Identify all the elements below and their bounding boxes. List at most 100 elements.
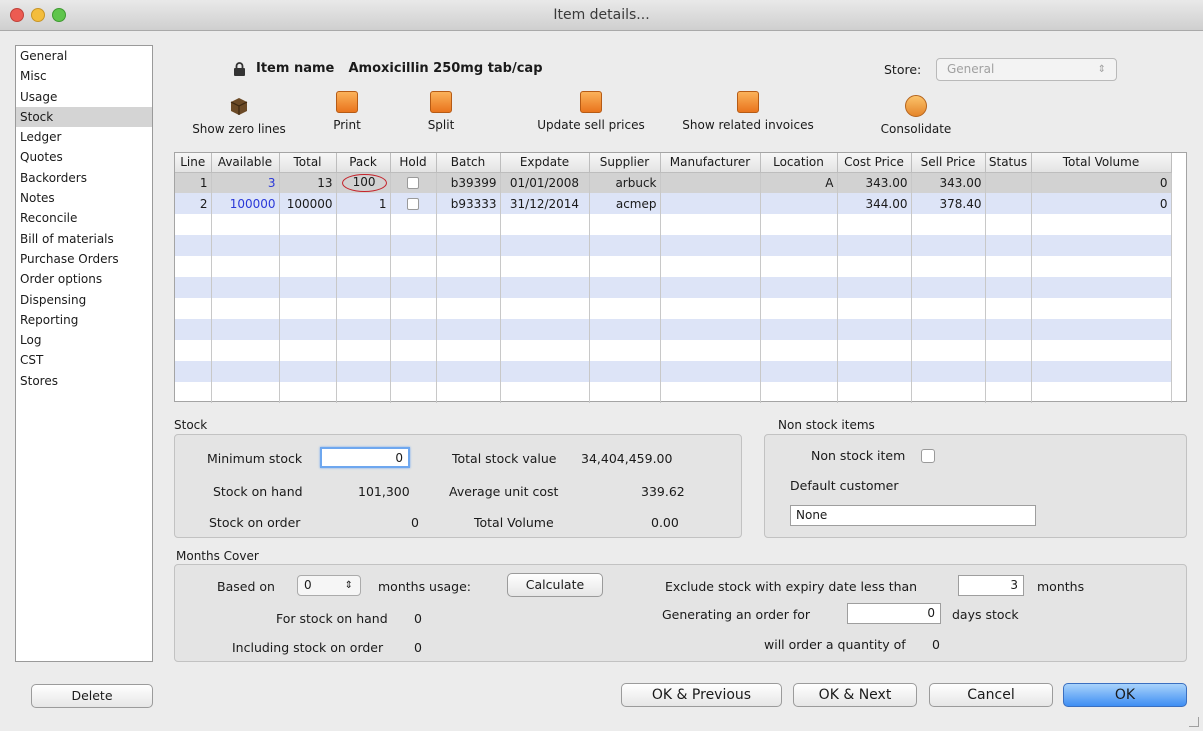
sidebar-item-stores[interactable]: Stores bbox=[16, 371, 152, 391]
cancel-button[interactable]: Cancel bbox=[929, 683, 1053, 707]
cell-manufacturer bbox=[660, 277, 761, 298]
store-select[interactable]: General ⇕ bbox=[936, 58, 1117, 81]
minimum-stock-input[interactable]: 0 bbox=[320, 447, 410, 468]
sidebar-item-backorders[interactable]: Backorders bbox=[16, 168, 152, 188]
sidebar-item-purchase-orders[interactable]: Purchase Orders bbox=[16, 249, 152, 269]
sidebar-item-reconcile[interactable]: Reconcile bbox=[16, 208, 152, 228]
cell-expdate bbox=[500, 382, 590, 403]
table-row[interactable] bbox=[175, 235, 1172, 256]
hold-checkbox[interactable] bbox=[407, 198, 419, 210]
cell-location bbox=[760, 277, 838, 298]
cell-total bbox=[279, 235, 337, 256]
cell-hold[interactable] bbox=[390, 193, 437, 214]
column-header-available[interactable]: Available bbox=[211, 153, 280, 173]
show-related-invoices-button[interactable]: Show related invoices bbox=[674, 91, 822, 132]
delete-button[interactable]: Delete bbox=[31, 684, 153, 708]
column-header-status[interactable]: Status bbox=[985, 153, 1032, 173]
sidebar-item-stock[interactable]: Stock bbox=[16, 106, 152, 128]
ok-button[interactable]: OK bbox=[1063, 683, 1187, 707]
cell-cost bbox=[837, 340, 912, 361]
default-customer-input[interactable]: None bbox=[790, 505, 1036, 526]
column-header-total[interactable]: Total bbox=[279, 153, 337, 173]
cell-expdate bbox=[500, 235, 590, 256]
cell-hold[interactable] bbox=[390, 298, 437, 319]
cell-hold[interactable] bbox=[390, 172, 437, 193]
column-header-hold[interactable]: Hold bbox=[390, 153, 437, 173]
cell-available: 3 bbox=[211, 172, 280, 193]
table-row[interactable] bbox=[175, 298, 1172, 319]
resize-handle[interactable] bbox=[1189, 717, 1199, 727]
sidebar-item-misc[interactable]: Misc bbox=[16, 66, 152, 86]
non-stock-item-checkbox[interactable] bbox=[921, 449, 935, 463]
cell-available bbox=[211, 340, 280, 361]
sidebar-item-order-options[interactable]: Order options bbox=[16, 269, 152, 289]
column-header-total-volume[interactable]: Total Volume bbox=[1031, 153, 1172, 173]
table-row[interactable] bbox=[175, 319, 1172, 340]
sidebar-item-usage[interactable]: Usage bbox=[16, 87, 152, 107]
table-row[interactable] bbox=[175, 277, 1172, 298]
including-stock-on-order-value: 0 bbox=[414, 640, 422, 655]
table-row[interactable] bbox=[175, 361, 1172, 382]
stock-lines-grid[interactable]: Line Available Total Pack Hold Batch Expdate Su… bbox=[174, 152, 1187, 403]
sidebar-item-bill-of-materials[interactable]: Bill of materials bbox=[16, 229, 152, 249]
will-order-quantity-value: 0 bbox=[932, 637, 940, 652]
stock-on-hand-label: Stock on hand bbox=[213, 484, 303, 499]
sidebar-item-dispensing[interactable]: Dispensing bbox=[16, 290, 152, 310]
sidebar-item-reporting[interactable]: Reporting bbox=[16, 310, 152, 330]
cell-hold[interactable] bbox=[390, 361, 437, 382]
based-on-select[interactable]: 0 ⇕ bbox=[297, 575, 361, 596]
cell-available bbox=[211, 382, 280, 403]
sidebar-item-ledger[interactable]: Ledger bbox=[16, 127, 152, 147]
table-row[interactable]: 2 100000 100000 1 b93333 31/12/2014 acmep 344.0… bbox=[175, 193, 1172, 214]
show-zero-lines-button[interactable]: Show zero lines bbox=[186, 95, 292, 136]
cell-total bbox=[279, 277, 337, 298]
cell-hold[interactable] bbox=[390, 256, 437, 277]
non-stock-item-label: Non stock item bbox=[811, 448, 906, 463]
exclude-months-input[interactable]: 3 bbox=[958, 575, 1024, 596]
consolidate-button[interactable]: Consolidate bbox=[872, 95, 960, 136]
cell-pack bbox=[336, 256, 391, 277]
split-button[interactable]: Split bbox=[420, 91, 462, 132]
hold-checkbox[interactable] bbox=[407, 177, 419, 190]
table-row[interactable] bbox=[175, 340, 1172, 361]
table-row[interactable] bbox=[175, 214, 1172, 235]
table-row[interactable]: 1 3 13 100 b39399 01/01/2008 arbuck A 343.00 343.… bbox=[175, 172, 1172, 193]
cell-available: 100000 bbox=[211, 193, 280, 214]
column-header-supplier[interactable]: Supplier bbox=[589, 153, 661, 173]
sidebar-item-cst[interactable]: CST bbox=[16, 350, 152, 370]
ok-next-button[interactable]: OK & Next bbox=[793, 683, 917, 707]
cell-hold[interactable] bbox=[390, 277, 437, 298]
cell-supplier: acmep bbox=[589, 193, 661, 214]
column-header-expdate[interactable]: Expdate bbox=[500, 153, 590, 173]
cell-hold[interactable] bbox=[390, 319, 437, 340]
table-row[interactable] bbox=[175, 256, 1172, 277]
column-header-manufacturer[interactable]: Manufacturer bbox=[660, 153, 761, 173]
cell-supplier: arbuck bbox=[589, 172, 661, 193]
update-sell-prices-button[interactable]: Update sell prices bbox=[528, 91, 654, 132]
sidebar-item-quotes[interactable]: Quotes bbox=[16, 147, 152, 167]
cell-hold[interactable] bbox=[390, 214, 437, 235]
including-stock-on-order-label: Including stock on order bbox=[232, 640, 384, 655]
column-header-batch[interactable]: Batch bbox=[436, 153, 501, 173]
cell-status bbox=[985, 193, 1032, 214]
sidebar-item-notes[interactable]: Notes bbox=[16, 188, 152, 208]
generating-order-days-input[interactable]: 0 bbox=[847, 603, 941, 624]
cell-volume bbox=[1031, 235, 1172, 256]
cell-batch bbox=[436, 277, 501, 298]
column-header-location[interactable]: Location bbox=[760, 153, 838, 173]
cell-hold[interactable] bbox=[390, 235, 437, 256]
cell-pack: 1 bbox=[336, 193, 391, 214]
cell-hold[interactable] bbox=[390, 340, 437, 361]
ok-previous-button[interactable]: OK & Previous bbox=[621, 683, 782, 707]
sidebar-item-general[interactable]: General bbox=[16, 46, 152, 66]
cell-location bbox=[760, 214, 838, 235]
column-header-pack[interactable]: Pack bbox=[336, 153, 391, 173]
table-row[interactable] bbox=[175, 382, 1172, 403]
column-header-sell-price[interactable]: Sell Price bbox=[911, 153, 986, 173]
column-header-line[interactable]: Line bbox=[175, 153, 212, 173]
sidebar-item-log[interactable]: Log bbox=[16, 330, 152, 350]
column-header-cost-price[interactable]: Cost Price bbox=[837, 153, 912, 173]
cell-hold[interactable] bbox=[390, 382, 437, 403]
calculate-button[interactable]: Calculate bbox=[507, 573, 603, 597]
print-button[interactable]: Print bbox=[325, 91, 369, 132]
